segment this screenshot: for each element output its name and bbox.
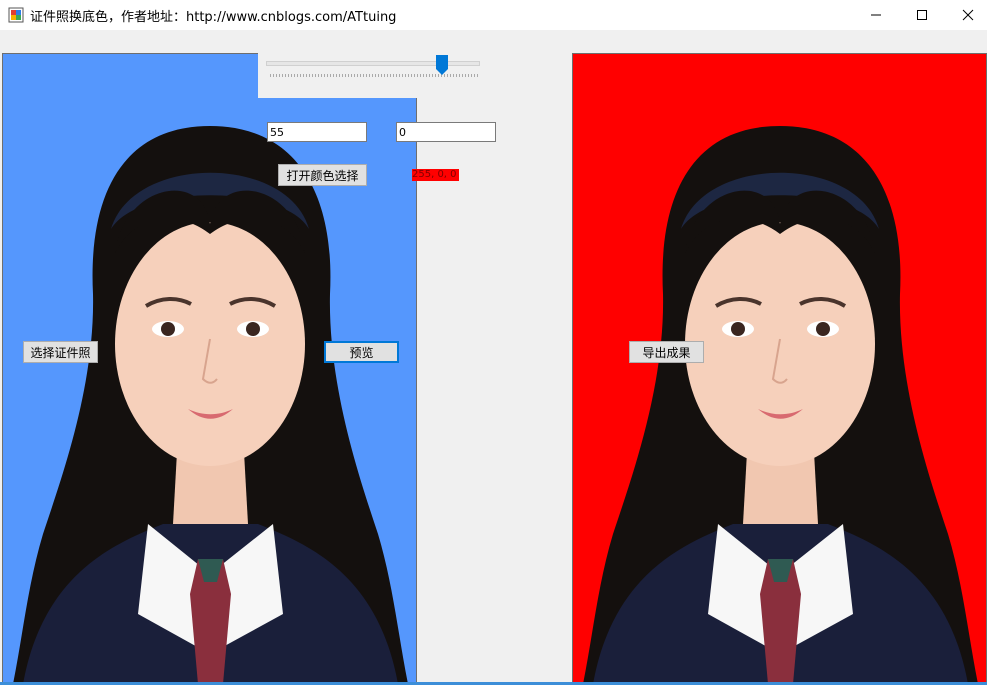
maximize-icon <box>917 10 927 20</box>
window-title: 证件照换底色，作者地址：http://www.cnblogs.com/ATtui… <box>30 10 397 25</box>
trackbar-thumb[interactable] <box>435 55 448 75</box>
maximize-button[interactable] <box>899 0 945 30</box>
client-area: 打开颜色选择 255, 0, 0 选择证件照 预览 导出成果 <box>0 30 987 685</box>
portrait-source-image <box>3 54 416 682</box>
slider-thumb-icon <box>435 55 448 75</box>
portrait-result-image <box>573 54 986 682</box>
app-icon <box>8 7 24 23</box>
result-photo-picturebox <box>572 53 987 683</box>
minimize-button[interactable] <box>853 0 899 30</box>
title-bar: 证件照换底色，作者地址：http://www.cnblogs.com/ATtui… <box>0 0 987 30</box>
second-value-textbox[interactable] <box>396 122 496 142</box>
trackbar-ticks <box>270 74 480 77</box>
minimize-icon <box>871 14 881 16</box>
select-photo-button[interactable]: 选择证件照 <box>23 341 98 363</box>
selected-color-label: 255, 0, 0 <box>412 169 459 181</box>
close-button[interactable] <box>945 0 987 30</box>
preview-button[interactable]: 预览 <box>324 341 399 363</box>
close-icon <box>962 9 974 21</box>
threshold-textbox[interactable] <box>267 122 367 142</box>
tolerance-trackbar[interactable] <box>258 53 558 98</box>
export-result-button[interactable]: 导出成果 <box>629 341 704 363</box>
open-color-picker-button[interactable]: 打开颜色选择 <box>278 164 367 186</box>
source-photo-picturebox <box>2 53 417 683</box>
